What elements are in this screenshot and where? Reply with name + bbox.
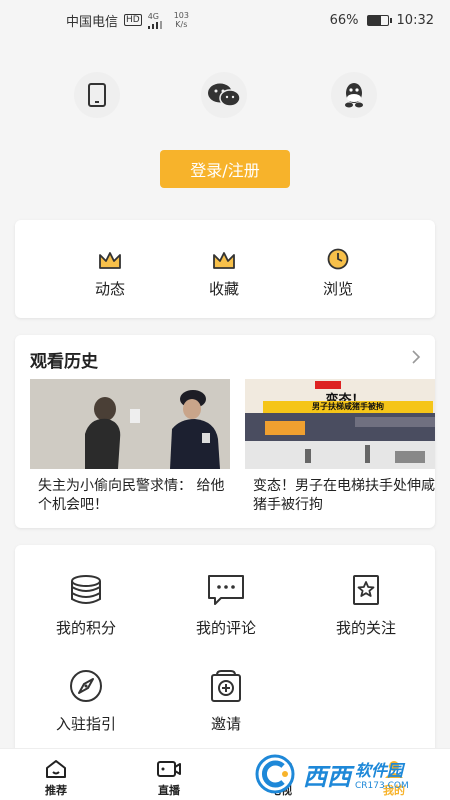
my-comments-label: 我的评论 — [195, 619, 256, 637]
signal-icon: 4G — [147, 11, 162, 29]
site-watermark: 西西 软件园 CR173.COM — [255, 748, 450, 800]
services-card: 我的积分 我的评论 我的关注 入驻指引 邀请 — [15, 545, 435, 755]
nav-recommend-label: 推荐 — [45, 784, 67, 797]
invite-label: 邀请 — [210, 715, 241, 733]
police-scene-image — [30, 379, 230, 469]
wechat-login-button[interactable] — [201, 72, 247, 118]
network-type: 4G — [147, 11, 160, 21]
my-points-button[interactable]: 我的积分 — [31, 573, 141, 638]
invite-button[interactable]: 邀请 — [171, 669, 281, 734]
crown-icon — [99, 252, 121, 269]
action-favorites[interactable]: 收藏 — [189, 244, 259, 299]
status-bar: 中国电信 HD 4G 103 K/s 66% 10:32 — [0, 0, 450, 40]
action-favorites-label: 收藏 — [208, 280, 239, 298]
history-thumbnail[interactable]: 变态！ 男子扶梯咸猪手被拘 — [245, 379, 435, 469]
action-browse-label: 浏览 — [322, 280, 353, 298]
login-register-button[interactable]: 登录/注册 — [160, 150, 290, 188]
clock-time: 10:32 — [396, 12, 434, 28]
action-dynamics[interactable]: 动态 — [75, 244, 145, 299]
net-speed-value: 103 — [173, 11, 189, 20]
carrier-label: 中国电信 — [66, 14, 119, 30]
history-thumbnail[interactable] — [30, 379, 230, 469]
my-follows-button[interactable]: 我的关注 — [311, 573, 421, 638]
my-points-label: 我的积分 — [55, 619, 116, 637]
history-caption: 失主为小偷向民警求情： 给他个机会吧！ — [38, 478, 225, 513]
battery-percent: 66% — [329, 12, 359, 28]
net-speed-unit: K/s — [175, 20, 188, 29]
compass-icon — [70, 670, 102, 702]
hd-badge: HD — [124, 14, 142, 26]
home-icon — [46, 760, 66, 778]
qq-login-button[interactable] — [331, 72, 377, 118]
my-comments-button[interactable]: 我的评论 — [171, 573, 281, 638]
clock-icon — [327, 248, 349, 270]
login-methods — [0, 72, 450, 118]
history-item[interactable]: 变态！ 男子扶梯咸猪手被拘 变态！男子在电梯扶手处伸咸猪手被行拘 — [245, 379, 435, 515]
action-browse[interactable]: 浏览 — [303, 244, 373, 299]
history-title: 观看历史 — [30, 352, 98, 372]
settle-guide-button[interactable]: 入驻指引 — [31, 669, 141, 734]
crown-icon — [213, 252, 235, 269]
phone-icon — [88, 83, 106, 107]
watermark-subtext: 软件园 — [355, 761, 404, 780]
history-item[interactable]: 失主为小偷向民警求情： 给他个机会吧！ — [30, 379, 230, 515]
nav-live-label: 直播 — [158, 784, 180, 797]
settle-guide-label: 入驻指引 — [55, 715, 116, 733]
escalator-scene-image — [245, 413, 435, 469]
nav-live[interactable]: 直播 — [139, 759, 199, 798]
nav-recommend[interactable]: 推荐 — [26, 759, 86, 798]
battery-icon — [366, 14, 392, 26]
phone-login-button[interactable] — [74, 72, 120, 118]
watch-history-card: 观看历史 失主为小偷向民警求情： 给他个机会吧！ 变态！ 男子扶梯咸猪手被拘 — [15, 335, 435, 528]
watermark-logo-icon — [255, 754, 295, 794]
comment-icon — [208, 575, 244, 605]
watermark-text: 西西 — [303, 762, 351, 791]
invite-icon — [211, 670, 241, 702]
chevron-right-icon[interactable] — [411, 349, 421, 365]
star-bookmark-icon — [353, 575, 379, 605]
video-icon — [157, 761, 181, 777]
battery-fill — [367, 15, 381, 25]
action-dynamics-label: 动态 — [94, 280, 125, 298]
watermark-url: CR173.COM — [355, 781, 409, 791]
quick-actions-card: 动态 收藏 浏览 — [15, 220, 435, 318]
my-follows-label: 我的关注 — [335, 619, 396, 637]
history-caption: 变态！男子在电梯扶手处伸咸猪手被行拘 — [253, 478, 435, 513]
wechat-icon — [208, 83, 241, 107]
qq-icon — [345, 83, 363, 108]
coins-icon — [71, 575, 101, 604]
